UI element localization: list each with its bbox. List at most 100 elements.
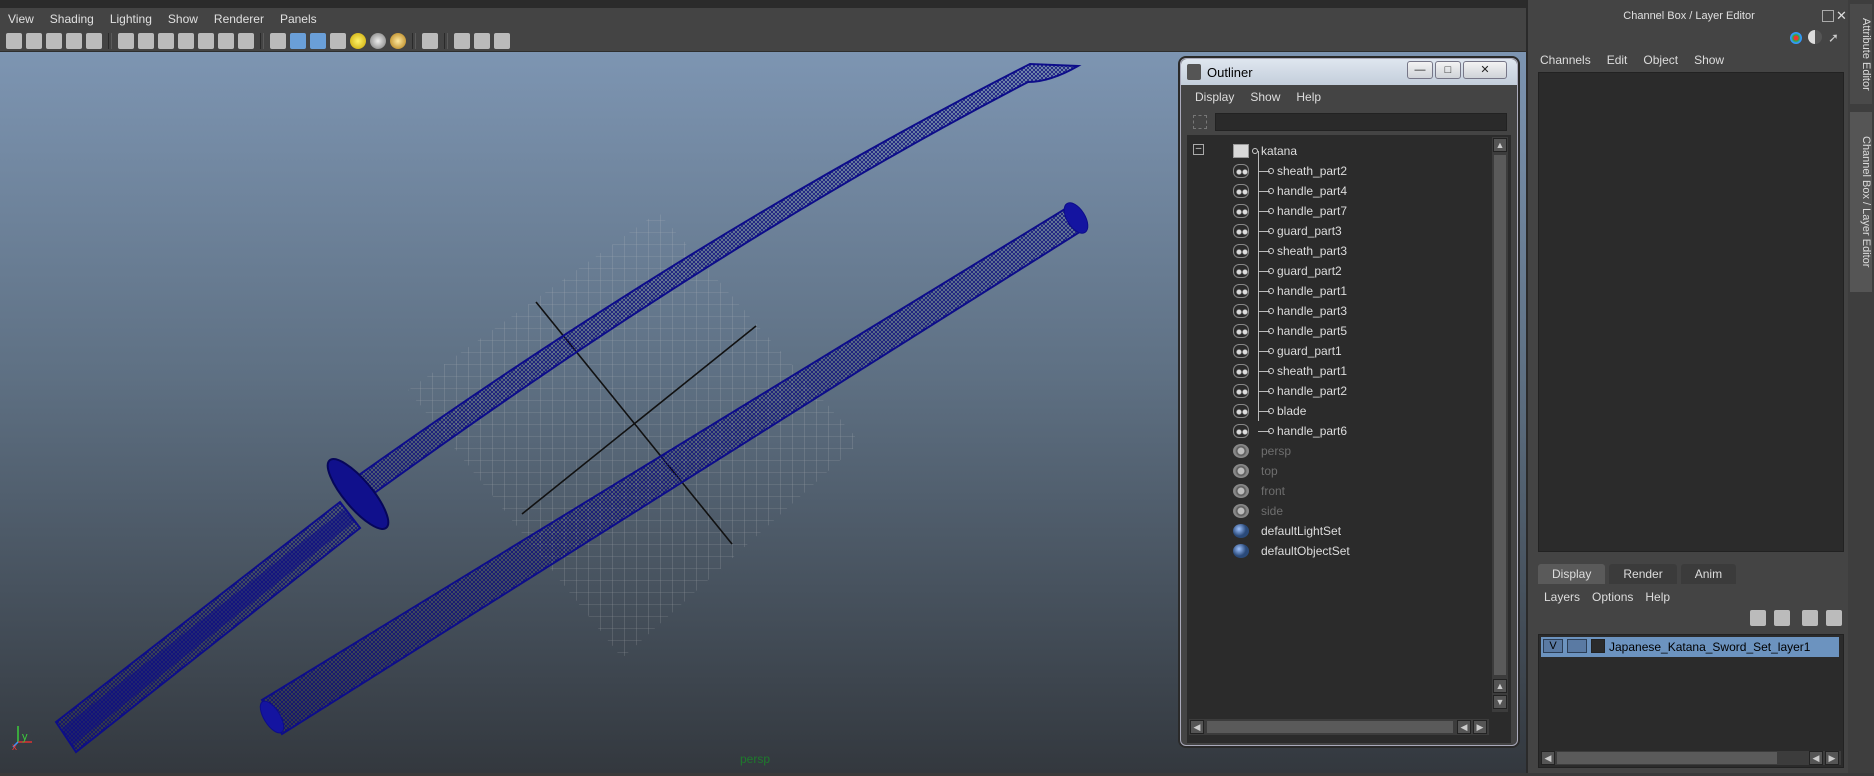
select-camera-icon[interactable] xyxy=(6,32,22,49)
move-layer-up-icon[interactable] xyxy=(1750,610,1766,626)
layer-display-type-toggle[interactable] xyxy=(1567,639,1587,653)
outliner-vertical-scrollbar[interactable]: ▲ ▲ ▼ xyxy=(1492,137,1508,712)
new-layer-from-selected-icon[interactable] xyxy=(1826,610,1842,626)
display-toggle-icon[interactable] xyxy=(1808,30,1822,44)
close-button[interactable]: ✕ xyxy=(1463,61,1507,79)
image-plane-icon[interactable] xyxy=(66,32,82,49)
outliner-row-child[interactable]: sheath_part1 xyxy=(1187,361,1487,381)
float-panel-icon[interactable] xyxy=(1822,10,1834,22)
outliner-row-camera[interactable]: side xyxy=(1187,501,1487,521)
menu-lighting[interactable]: Lighting xyxy=(102,12,160,26)
camera-attributes-icon[interactable] xyxy=(26,32,42,49)
outliner-row-child[interactable]: sheath_part3 xyxy=(1187,241,1487,261)
scroll-right-icon[interactable]: ▶ xyxy=(1473,720,1487,734)
scroll-left-icon[interactable]: ◀ xyxy=(1457,720,1471,734)
bookmarks-icon[interactable] xyxy=(46,32,62,49)
move-layer-down-icon[interactable] xyxy=(1774,610,1790,626)
scroll-right-icon[interactable]: ▶ xyxy=(1825,751,1839,765)
outliner-search-input[interactable] xyxy=(1215,113,1507,131)
tab-display[interactable]: Display xyxy=(1538,564,1606,584)
outliner-row-child[interactable]: handle_part6 xyxy=(1187,421,1487,441)
layer-name[interactable]: Japanese_Katana_Sword_Set_layer1 xyxy=(1609,640,1810,654)
scroll-up-icon[interactable]: ▲ xyxy=(1493,138,1507,152)
field-chart-icon[interactable] xyxy=(198,32,214,49)
outliner-menu-display[interactable]: Display xyxy=(1187,90,1242,104)
xray-icon[interactable] xyxy=(454,32,470,49)
minimize-button[interactable]: — xyxy=(1407,61,1433,79)
scroll-thumb[interactable] xyxy=(1207,721,1453,733)
layer-horizontal-scrollbar[interactable]: ◀ ◀ ▶ xyxy=(1541,751,1841,765)
close-panel-icon[interactable]: ✕ xyxy=(1836,8,1847,24)
wireframe-icon[interactable] xyxy=(270,32,286,49)
high-quality-icon[interactable] xyxy=(390,32,406,49)
layer-visibility-toggle[interactable]: V xyxy=(1543,639,1563,653)
channel-box-layer-editor-tab[interactable]: Channel Box / Layer Editor xyxy=(1850,112,1872,292)
tab-anim[interactable]: Anim xyxy=(1680,564,1737,584)
use-all-lights-icon[interactable] xyxy=(350,32,366,49)
outliner-row-child[interactable]: blade xyxy=(1187,401,1487,421)
menu-view[interactable]: View xyxy=(0,12,42,26)
menu-renderer[interactable]: Renderer xyxy=(206,12,272,26)
outliner-row-child[interactable]: guard_part3 xyxy=(1187,221,1487,241)
wireframe-on-shaded-icon[interactable] xyxy=(310,32,326,49)
scroll-left-icon[interactable]: ◀ xyxy=(1809,751,1823,765)
outliner-row-child[interactable]: handle_part7 xyxy=(1187,201,1487,221)
outliner-row-child[interactable]: handle_part4 xyxy=(1187,181,1487,201)
layer-menu-help[interactable]: Help xyxy=(1639,590,1676,604)
grease-pencil-icon[interactable] xyxy=(86,32,102,49)
pin-icon[interactable]: ➚ xyxy=(1828,30,1839,46)
outliner-row-child[interactable]: handle_part2 xyxy=(1187,381,1487,401)
scroll-left-icon[interactable]: ◀ xyxy=(1190,720,1204,734)
shadows-icon[interactable] xyxy=(370,32,386,49)
layer-menu-layers[interactable]: Layers xyxy=(1538,590,1586,604)
outliner-row-set[interactable]: defaultObjectSet xyxy=(1187,541,1487,561)
menu-shading[interactable]: Shading xyxy=(42,12,102,26)
outliner-horizontal-scrollbar[interactable]: ◀ ◀ ▶ xyxy=(1189,719,1489,735)
outliner-row-child[interactable]: guard_part2 xyxy=(1187,261,1487,281)
share-icon[interactable] xyxy=(494,32,510,49)
resolution-gate-icon[interactable] xyxy=(158,32,174,49)
outliner-row-katana[interactable]: – katana xyxy=(1187,141,1487,161)
collapse-toggle[interactable]: – xyxy=(1193,144,1204,155)
scroll-top-icon[interactable]: ▲ xyxy=(1493,679,1507,693)
outliner-row-child[interactable]: sheath_part2 xyxy=(1187,161,1487,181)
outliner-row-child[interactable]: handle_part1 xyxy=(1187,281,1487,301)
scroll-down-icon[interactable]: ▼ xyxy=(1493,695,1507,709)
menu-show[interactable]: Show xyxy=(160,12,206,26)
outliner-titlebar[interactable]: Outliner — □ ✕ xyxy=(1181,59,1517,85)
safe-action-icon[interactable] xyxy=(218,32,234,49)
channel-menu-object[interactable]: Object xyxy=(1635,53,1686,67)
scroll-thumb[interactable] xyxy=(1557,752,1777,764)
attribute-editor-tab[interactable]: Attribute Editor xyxy=(1850,4,1872,104)
outliner-row-child[interactable]: handle_part5 xyxy=(1187,321,1487,341)
manipulator-icon[interactable] xyxy=(1790,32,1802,44)
smooth-shade-icon[interactable] xyxy=(290,32,306,49)
outliner-menu-help[interactable]: Help xyxy=(1288,90,1329,104)
isolate-select-icon[interactable] xyxy=(422,32,438,49)
channel-menu-channels[interactable]: Channels xyxy=(1532,53,1599,67)
outliner-row-camera[interactable]: persp xyxy=(1187,441,1487,461)
outliner-list[interactable]: – katana sheath_part2 handle_part4 handl… xyxy=(1187,135,1511,743)
outliner-row-child[interactable]: guard_part1 xyxy=(1187,341,1487,361)
channel-box-area[interactable] xyxy=(1538,72,1844,552)
gate-mask-icon[interactable] xyxy=(178,32,194,49)
layer-list[interactable]: V Japanese_Katana_Sword_Set_layer1 ◀ ◀ ▶ xyxy=(1538,634,1844,768)
textured-icon[interactable] xyxy=(330,32,346,49)
outliner-row-child[interactable]: handle_part3 xyxy=(1187,301,1487,321)
scroll-left-icon[interactable]: ◀ xyxy=(1541,751,1555,765)
safe-title-icon[interactable] xyxy=(238,32,254,49)
menu-panels[interactable]: Panels xyxy=(272,12,325,26)
outliner-row-set[interactable]: defaultLightSet xyxy=(1187,521,1487,541)
outliner-row-camera[interactable]: top xyxy=(1187,461,1487,481)
film-gate-icon[interactable] xyxy=(138,32,154,49)
grid-icon[interactable] xyxy=(118,32,134,49)
maximize-button[interactable]: □ xyxy=(1435,61,1461,79)
layer-row[interactable]: V Japanese_Katana_Sword_Set_layer1 xyxy=(1541,637,1839,657)
layer-color-swatch-icon[interactable] xyxy=(1591,639,1605,653)
tab-render[interactable]: Render xyxy=(1609,564,1677,584)
channel-menu-show[interactable]: Show xyxy=(1686,53,1732,67)
channel-menu-edit[interactable]: Edit xyxy=(1599,53,1636,67)
new-empty-layer-icon[interactable] xyxy=(1802,610,1818,626)
scroll-thumb[interactable] xyxy=(1494,155,1506,675)
outliner-row-camera[interactable]: front xyxy=(1187,481,1487,501)
